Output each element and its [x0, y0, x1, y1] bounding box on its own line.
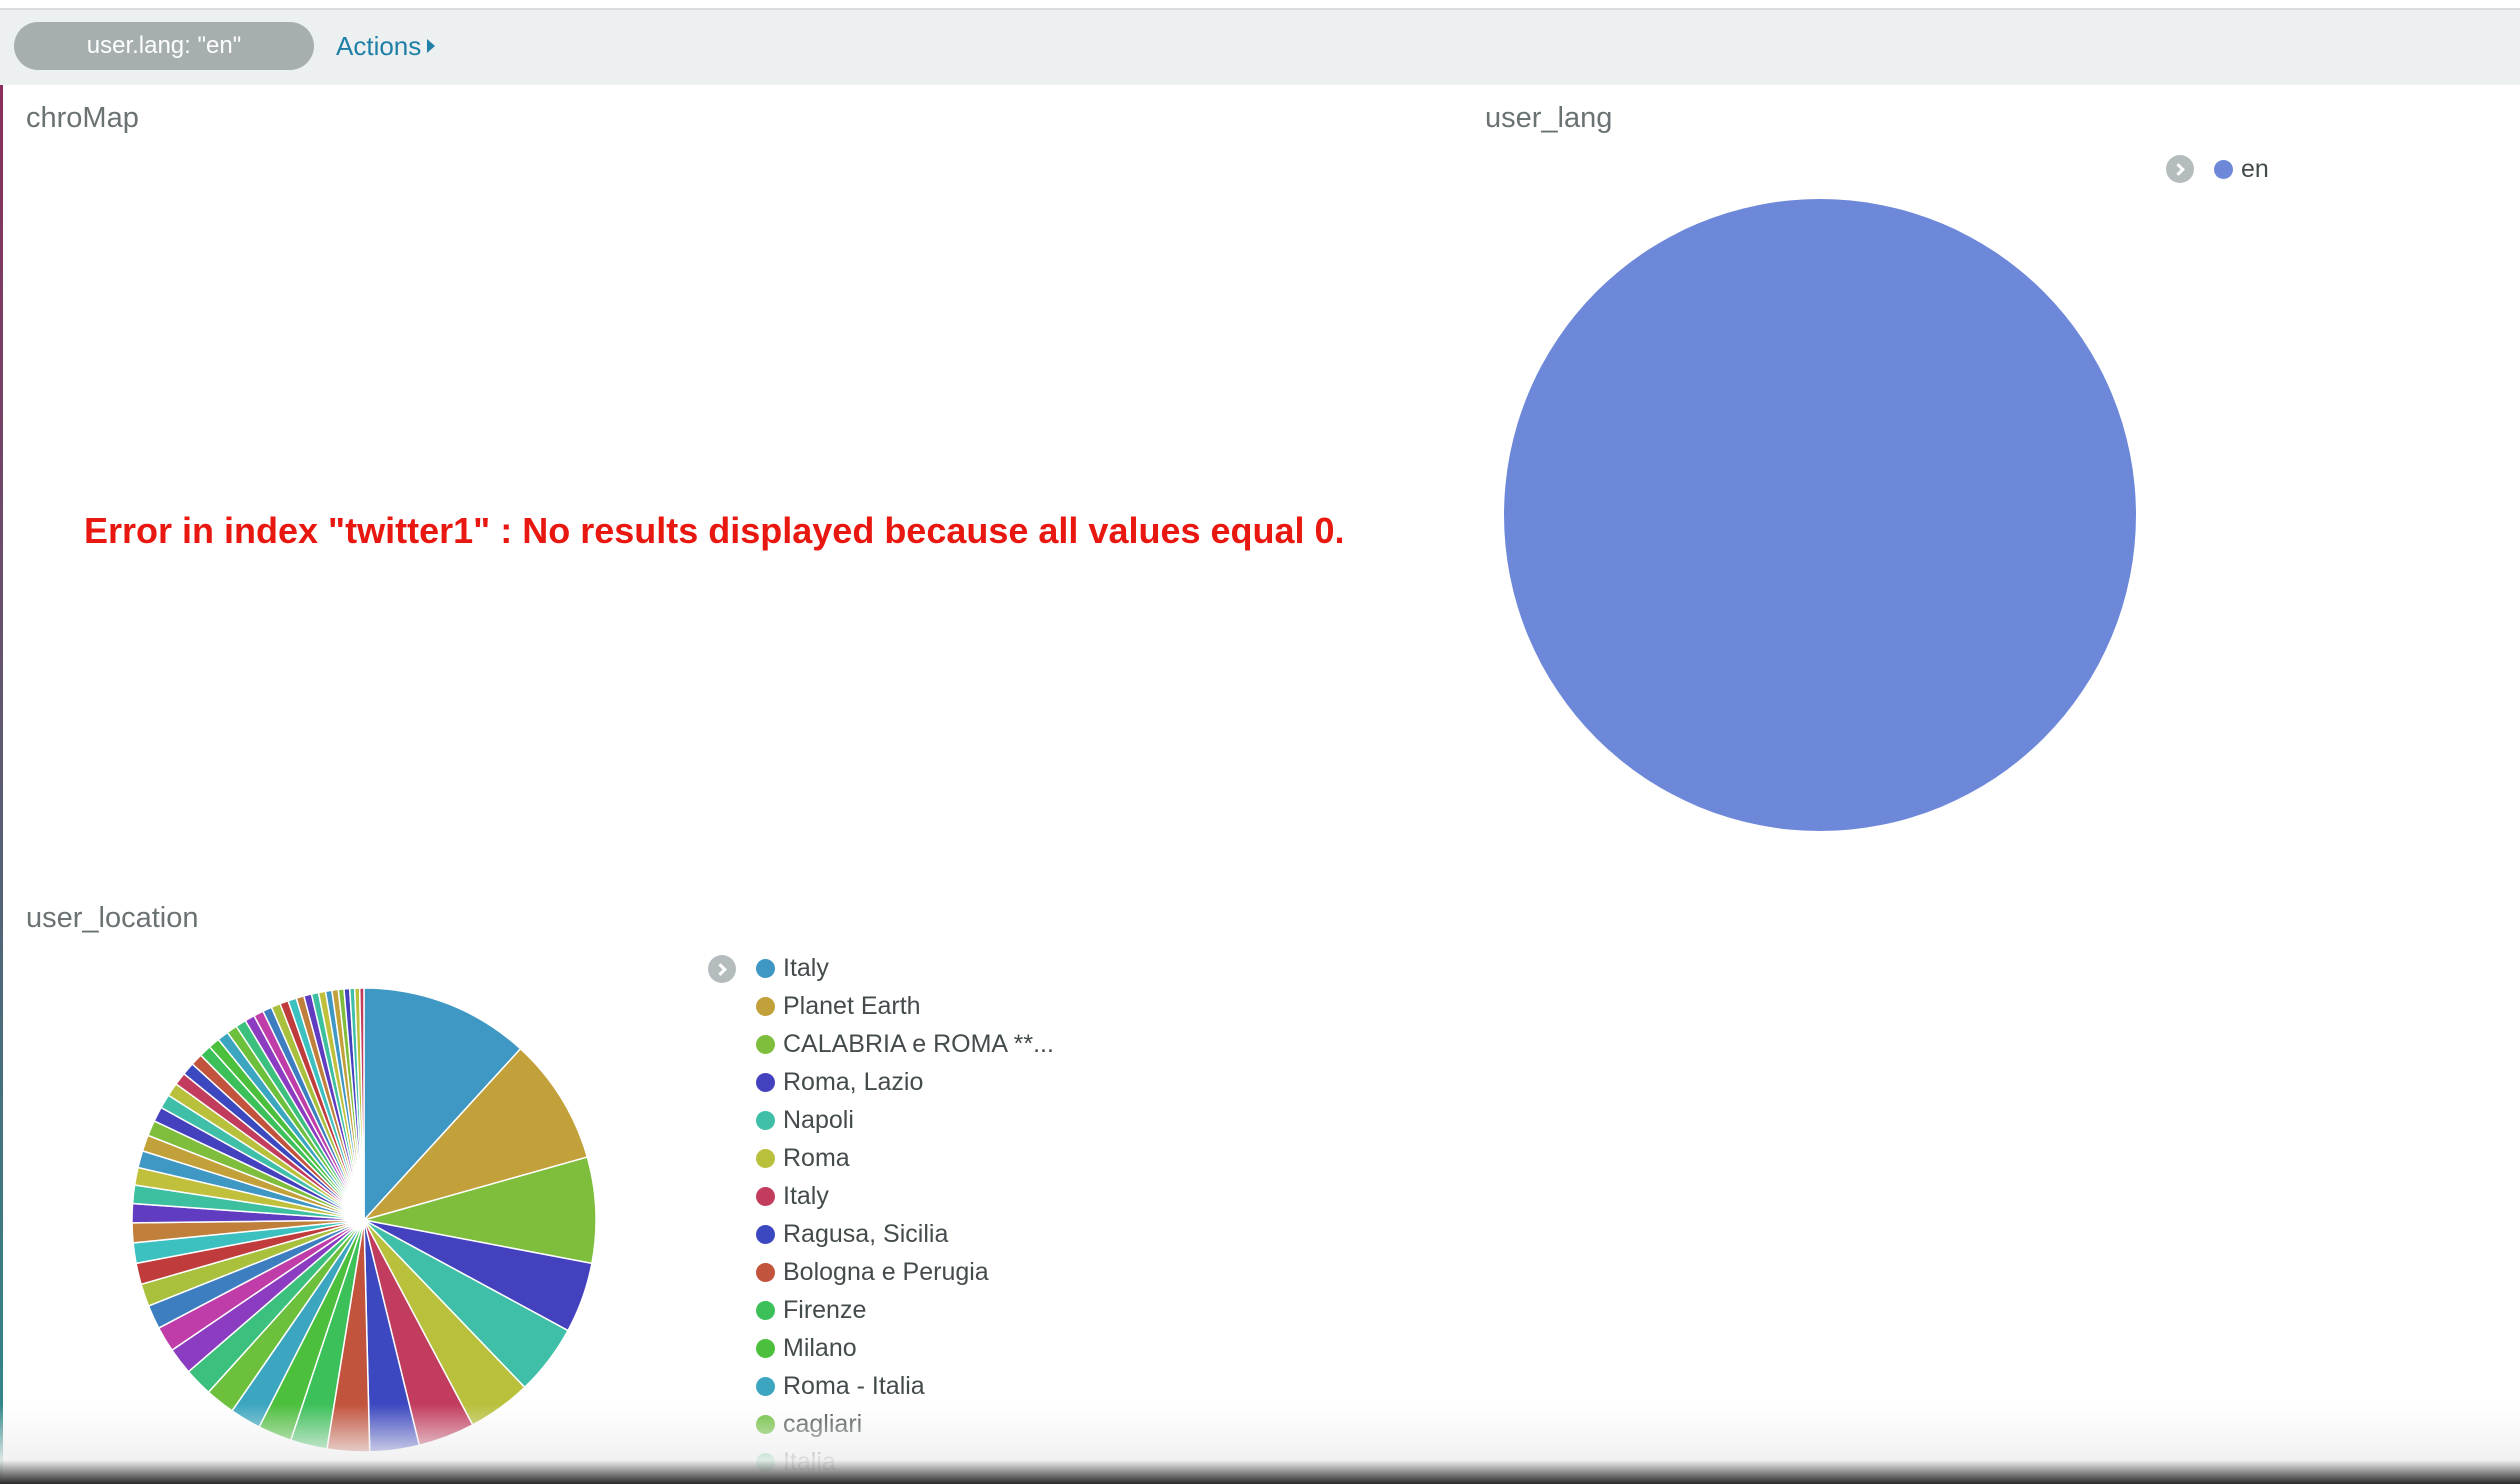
user-location-legend-item[interactable]: Ragusa, Sicilia: [756, 1215, 1054, 1253]
legend-label: Italy: [783, 1181, 829, 1210]
legend-label: Planet Earth: [783, 991, 921, 1020]
user-location-legend-item[interactable]: Italy: [756, 1177, 1054, 1215]
legend-label: en: [2241, 154, 2269, 183]
user-location-legend-item[interactable]: CALABRIA e ROMA **...: [756, 1025, 1054, 1063]
user-location-legend-item[interactable]: Firenze: [756, 1291, 1054, 1329]
legend-color-dot: [756, 1338, 775, 1358]
legend-color-dot: [756, 1034, 775, 1054]
filter-pill-user-lang[interactable]: user.lang: "en": [14, 22, 314, 70]
window-top-border: [0, 0, 2520, 10]
user-lang-legend-item[interactable]: en: [2214, 150, 2269, 188]
user-lang-legend: en: [2214, 150, 2269, 188]
legend-color-dot: [756, 996, 775, 1016]
chromap-error-message: Error in index "twitter1" : No results d…: [84, 510, 1345, 551]
legend-color-dot: [756, 1072, 775, 1092]
filter-bar: user.lang: "en" Actions: [0, 10, 2520, 85]
panel-title-user-lang: user_lang: [1485, 102, 1613, 134]
legend-label: Roma: [783, 1143, 850, 1172]
legend-color-dot: [756, 1262, 775, 1282]
legend-label: Napoli: [783, 1105, 854, 1134]
legend-label: Roma - Italia: [783, 1371, 925, 1400]
user-lang-legend-toggle-icon[interactable]: [2166, 155, 2194, 183]
legend-label: Milano: [783, 1333, 857, 1362]
panel-title-user-location: user_location: [26, 902, 199, 934]
legend-color-dot: [756, 1148, 775, 1168]
legend-color-dot: [2214, 159, 2233, 179]
legend-label: Firenze: [783, 1295, 867, 1324]
panel-title-chromap: chroMap: [26, 102, 139, 134]
user-location-legend: Italy Planet Earth CALABRIA e ROMA **... Ro…: [756, 949, 1054, 1481]
bottom-fade: [0, 1404, 2520, 1484]
actions-label: Actions: [336, 30, 422, 61]
legend-color-dot: [756, 1224, 775, 1244]
user-lang-slice[interactable]: [1504, 199, 2136, 831]
user-location-pie-chart: [131, 987, 597, 1453]
user-lang-pie-chart: [1504, 199, 2136, 831]
legend-label: Ragusa, Sicilia: [783, 1219, 949, 1248]
legend-label: Roma, Lazio: [783, 1067, 924, 1096]
legend-label: Italy: [783, 953, 829, 982]
legend-color-dot: [756, 958, 775, 978]
actions-menu-button[interactable]: Actions: [336, 22, 436, 70]
user-location-legend-item[interactable]: Italy: [756, 949, 1054, 987]
user-location-legend-item[interactable]: Roma - Italia: [756, 1367, 1054, 1405]
caret-right-icon: [427, 39, 436, 53]
user-location-legend-item[interactable]: Planet Earth: [756, 987, 1054, 1025]
user-location-legend-item[interactable]: Napoli: [756, 1101, 1054, 1139]
user-location-legend-item[interactable]: Roma, Lazio: [756, 1063, 1054, 1101]
user-location-legend-item[interactable]: Bologna e Perugia: [756, 1253, 1054, 1291]
user-location-legend-item[interactable]: Milano: [756, 1329, 1054, 1367]
legend-color-dot: [756, 1300, 775, 1320]
legend-label: CALABRIA e ROMA **...: [783, 1029, 1054, 1058]
user-location-legend-item[interactable]: Roma: [756, 1139, 1054, 1177]
user-location-legend-toggle-icon[interactable]: [708, 955, 736, 983]
legend-label: Bologna e Perugia: [783, 1257, 989, 1286]
legend-color-dot: [756, 1110, 775, 1130]
legend-color-dot: [756, 1376, 775, 1396]
legend-color-dot: [756, 1186, 775, 1206]
left-edge-accent: [0, 85, 3, 1480]
